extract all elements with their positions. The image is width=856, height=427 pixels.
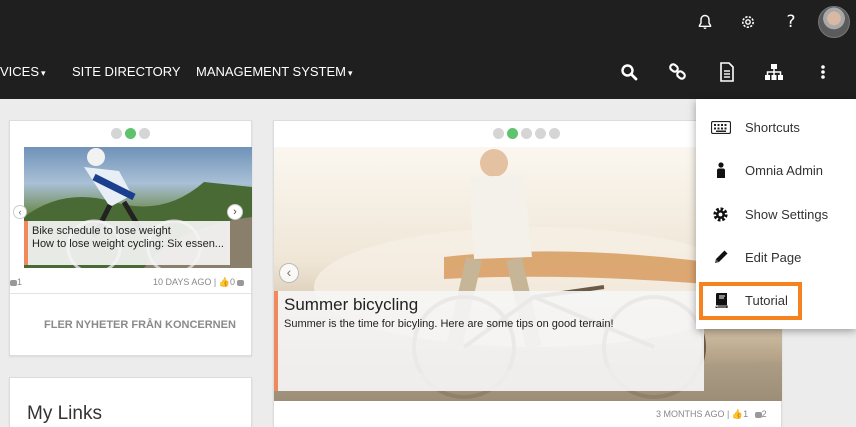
news-caption-summary: Summer is the time for bicyling. Here ar… [284,318,614,330]
news-card-left: ‹ › Bike schedule to lose weight How to … [9,120,252,356]
person-icon [696,162,745,178]
nav-item-management-system[interactable]: MANAGEMENT SYSTEM ▾ [196,44,353,99]
my-links-card: My Links [9,377,252,427]
meta-separator: | [213,277,217,287]
nav-item-label: VICES [0,64,40,79]
sitemap-icon[interactable] [762,60,786,84]
carousel-dot[interactable] [139,128,150,139]
bell-icon[interactable] [693,10,717,34]
comment-icon [10,279,17,286]
news-date: 3 MONTHS AGO [656,409,725,419]
tutorial-highlight-frame [699,282,802,320]
divider [10,293,251,294]
gear-icon[interactable] [736,10,760,34]
menu-item-label: Omnia Admin [745,162,824,178]
carousel-dots [493,128,560,139]
carousel-dot[interactable] [493,128,504,139]
nav-item-label: SITE DIRECTORY [72,64,181,79]
news-caption[interactable]: Bike schedule to lose weight How to lose… [24,221,230,265]
document-icon[interactable] [715,60,739,84]
news-caption-title: Summer bicycling [284,295,419,314]
menu-item-shortcuts[interactable]: Shortcuts [696,107,856,147]
comment-count: 1 [10,277,22,287]
carousel-next-button[interactable]: › [227,204,243,220]
carousel-dot[interactable] [535,128,546,139]
carousel-dot[interactable] [521,128,532,139]
menu-item-label: Edit Page [745,249,802,265]
news-meta: 3 MONTHS AGO | 👍1 2 [656,409,767,420]
news-caption-summary: How to lose weight cycling: Six essen... [32,238,224,250]
carousel-dot-active[interactable] [125,128,136,139]
menu-item-label: Show Settings [745,206,829,222]
carousel-dot-active[interactable] [507,128,518,139]
nav-item-site-directory[interactable]: SITE DIRECTORY [72,44,181,99]
nav-item-services[interactable]: VICES ▾ [0,44,46,99]
menu-item-edit-page[interactable]: Edit Page [696,237,856,277]
help-label: ? [786,12,796,32]
comment-count-value: 1 [17,277,23,287]
carousel-dot[interactable] [111,128,122,139]
carousel-dot[interactable] [549,128,560,139]
comment-icon [754,411,762,418]
nav-item-label: MANAGEMENT SYSTEM [196,64,347,79]
nav-bar: VICES ▾ SITE DIRECTORY MANAGEMENT SYSTEM ▾ [0,44,856,99]
like-count: 1 [743,409,749,419]
thumbs-up-icon[interactable]: 👍 [732,409,743,419]
comment-icon [237,279,245,286]
comment-count-value: 2 [761,409,767,419]
meta-separator: | [727,409,730,419]
my-links-title: My Links [27,403,102,424]
menu-item-show-settings[interactable]: Show Settings [696,194,856,234]
keyboard-icon [696,120,745,134]
suite-bar: ? [0,0,856,44]
gear-icon [696,206,745,223]
news-caption[interactable]: Summer bicycling Summer is the time for … [274,291,704,391]
chevron-down-icon: ▾ [348,68,353,78]
news-meta: 10 DAYS AGO | 👍0 [153,277,245,288]
pencil-icon [696,249,745,265]
carousel-dots [111,128,150,139]
carousel-prev-button[interactable]: ‹ [279,263,299,283]
like-count: 0 [229,277,235,287]
menu-item-omnia-admin[interactable]: Omnia Admin [696,150,856,190]
thumbs-up-icon[interactable]: 👍 [219,277,230,287]
chevron-down-icon: ▾ [41,68,46,78]
more-vertical-icon[interactable] [811,60,835,84]
link-icon[interactable] [666,60,690,84]
news-caption-title: Bike schedule to lose weight [32,225,171,237]
avatar[interactable] [818,6,850,38]
news-date: 10 DAYS AGO [153,277,212,287]
carousel-prev-button[interactable]: ‹ [13,205,27,219]
menu-item-label: Shortcuts [745,119,800,135]
help-icon[interactable]: ? [779,10,803,34]
more-news-link[interactable]: FLER NYHETER FRÅN KONCERNEN [44,319,236,331]
search-icon[interactable] [617,60,641,84]
